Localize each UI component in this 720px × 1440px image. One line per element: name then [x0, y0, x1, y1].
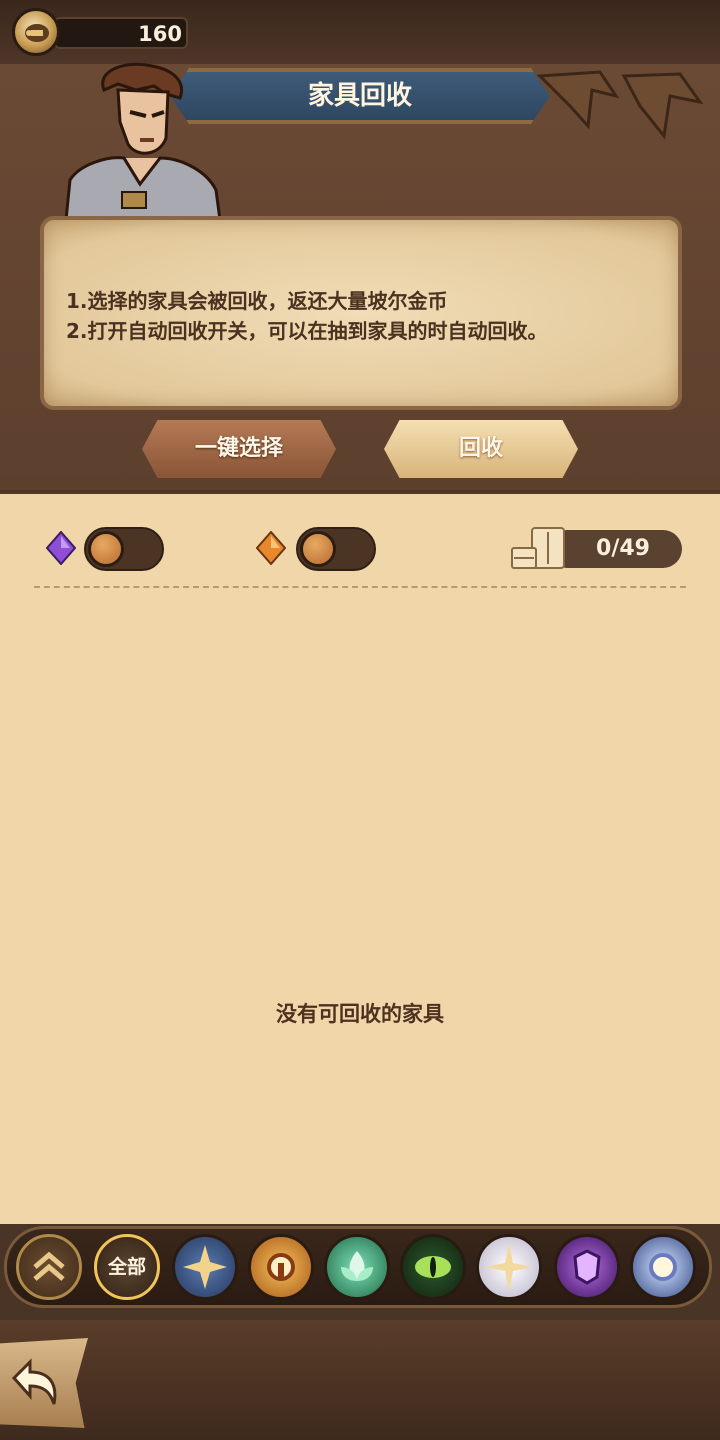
back-button[interactable] [0, 1338, 88, 1428]
guide-character-portrait [64, 62, 222, 220]
select-all-button[interactable]: 一键选择 [142, 420, 336, 478]
gold-coin-icon [12, 8, 60, 56]
eye-faction-icon[interactable] [400, 1234, 466, 1300]
empty-state-message: 没有可回收的家具 [276, 1002, 444, 1026]
toggle-knob [300, 531, 336, 567]
bottom-bar [0, 1320, 720, 1440]
rarity-sort-button[interactable] [16, 1234, 82, 1300]
recycle-button[interactable]: 回收 [384, 420, 578, 478]
orb-faction-icon[interactable] [630, 1234, 696, 1300]
purple-gem-icon [46, 531, 76, 565]
furniture-list-panel [0, 494, 720, 1224]
filter-all-label: 全部 [107, 1256, 146, 1278]
chevron-up-double-icon [33, 1251, 65, 1281]
compass-star-faction-icon[interactable] [172, 1234, 238, 1300]
auto-recycle-toggle-orange[interactable] [296, 527, 376, 571]
radiant-star-faction-icon[interactable] [476, 1234, 542, 1300]
demon-faction-icon[interactable] [554, 1234, 620, 1300]
back-arrow-icon [11, 1358, 57, 1405]
info-line-1: 1.选择的家具会被回收，返还大量坡尔金币 [66, 289, 448, 313]
filter-all-button[interactable]: 全部 [94, 1234, 160, 1300]
lotus-faction-icon[interactable] [324, 1234, 390, 1300]
info-line-2: 2.打开自动回收开关，可以在抽到家具的时自动回收。 [66, 319, 548, 343]
divider [34, 586, 686, 588]
furniture-cabinet-icon [511, 527, 565, 569]
corner-ornament [621, 72, 704, 140]
orange-gem-icon [256, 531, 286, 565]
currency-amount: 160 [138, 22, 182, 46]
auto-recycle-toggle-purple[interactable] [84, 527, 164, 571]
toggle-knob [88, 531, 124, 567]
capacity-count: 0/49 [596, 536, 650, 561]
sun-faction-icon[interactable] [248, 1234, 314, 1300]
page-title: 家具回收 [307, 81, 412, 111]
